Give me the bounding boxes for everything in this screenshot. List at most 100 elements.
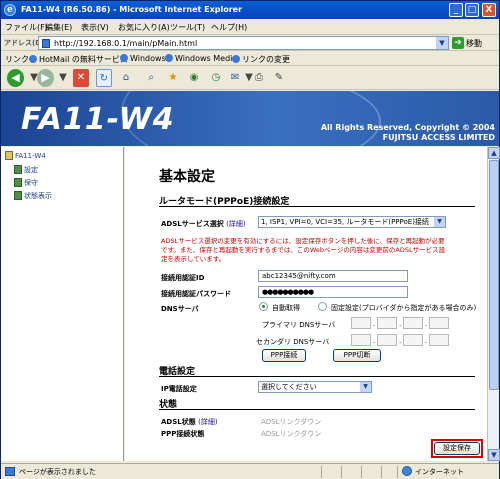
- dns-secondary-octet-4[interactable]: [429, 334, 449, 346]
- security-zone: インターネット: [402, 466, 464, 477]
- refresh-icon[interactable]: ↻: [96, 69, 112, 87]
- auth-id-input[interactable]: abc12345@nifty.com: [258, 270, 408, 282]
- dns-primary-octet-2[interactable]: [377, 317, 397, 329]
- content-pane: 基本設定 ルータモード(PPPoE)接続設定 ADSLサービス選択 (詳細) 1…: [125, 147, 487, 461]
- print-icon[interactable]: ⎙: [251, 69, 267, 87]
- home-icon[interactable]: ⌂: [118, 69, 134, 87]
- chevron-down-icon: ▼: [360, 382, 371, 392]
- scroll-up-icon[interactable]: ▲: [488, 147, 500, 159]
- adsl-status-detail-link[interactable]: (詳細): [198, 418, 217, 426]
- ie-logo-icon: e: [4, 4, 16, 16]
- dns-secondary-octet-2[interactable]: [377, 334, 397, 346]
- minimize-button[interactable]: _: [449, 3, 463, 17]
- tree-item-settings[interactable]: 設定: [14, 165, 38, 177]
- ppp-status-label: PPP接続状態: [161, 430, 205, 438]
- globe-icon: [402, 466, 412, 476]
- address-bar: アドレス(D) http://192.168.0.1/main/pMain.ht…: [1, 35, 499, 51]
- dns-secondary-label: セカンダリ DNSサーバ: [256, 338, 330, 346]
- menu-favorites[interactable]: お気に入り(A): [118, 22, 170, 33]
- ppp-connect-button[interactable]: PPP接続: [262, 349, 306, 362]
- ip-phone-label: IP電話設定: [161, 385, 197, 393]
- dns-primary-octet-4[interactable]: [429, 317, 449, 329]
- menu-edit[interactable]: 編集(E): [45, 22, 72, 33]
- page-title: 基本設定: [159, 169, 215, 185]
- status-bar: ページが表示されました インターネット: [1, 463, 499, 479]
- save-settings-button[interactable]: 設定保存: [434, 442, 480, 455]
- auth-password-input[interactable]: ●●●●●●●●●●: [258, 286, 408, 298]
- menu-tools[interactable]: ツール(T): [170, 22, 205, 33]
- tree-item-status[interactable]: 状態表示: [14, 191, 52, 203]
- dns-primary-label: プライマリ DNSサーバ: [262, 321, 336, 329]
- dns-fixed-radio[interactable]: [318, 302, 327, 311]
- maximize-button[interactable]: □: [465, 3, 479, 17]
- auth-password-label: 接続用認証パスワード: [161, 290, 231, 298]
- book-icon: [14, 191, 22, 200]
- link-icon: [120, 54, 128, 62]
- link-customize[interactable]: リンクの変更: [232, 54, 290, 65]
- edit-icon[interactable]: ✎: [271, 69, 287, 87]
- stop-icon[interactable]: ✕: [73, 69, 89, 87]
- favorites-icon[interactable]: ★: [165, 69, 181, 87]
- ip-phone-select[interactable]: 選択してください ▼: [258, 381, 372, 393]
- link-windows[interactable]: Windows: [120, 54, 166, 63]
- back-icon[interactable]: ◀: [7, 69, 24, 87]
- menu-bar: ファイル(F) 編集(E) 表示(V) お気に入り(A) ツール(T) ヘルプ(…: [1, 19, 499, 35]
- book-icon: [14, 165, 22, 174]
- product-logo: FA11-W4: [21, 102, 175, 137]
- forward-dropdown-icon[interactable]: ▼: [55, 69, 71, 87]
- dns-primary-octet-1[interactable]: [351, 317, 371, 329]
- menu-view[interactable]: 表示(V): [81, 22, 109, 33]
- address-url: http://192.168.0.1/main/pMain.html: [54, 39, 198, 48]
- media-icon[interactable]: ◉: [186, 69, 202, 87]
- adsl-service-label: ADSLサービス選択 (詳細): [161, 220, 246, 228]
- link-hotmail[interactable]: HotMail の無料サービス: [29, 54, 128, 65]
- window-title: FA11-W4 (R6.50.86) - Microsoft Internet …: [21, 5, 243, 14]
- adsl-service-select[interactable]: 1, ISP1, VPI=0, VCI=35, ルータモード(PPPoE)接続 ▼: [258, 216, 446, 228]
- dns-primary-octet-3[interactable]: [403, 317, 423, 329]
- scroll-thumb[interactable]: [489, 160, 499, 390]
- address-input[interactable]: http://192.168.0.1/main/pMain.html ▼: [38, 36, 449, 50]
- divider: [159, 376, 475, 377]
- dns-fixed-label: 固定設定(プロバイダから指定がある場合のみ): [331, 304, 477, 312]
- toolbar: ◀ ▼ ▶ ▼ ✕ ↻ ⌂ ⌕ ★ ◉ ◷ ✉ ▼ ⎙ ✎: [1, 66, 499, 90]
- search-icon[interactable]: ⌕: [143, 69, 159, 87]
- dns-label: DNSサーバ: [161, 305, 199, 313]
- page-icon: [42, 39, 50, 48]
- link-icon: [232, 55, 240, 63]
- status-text: ページが表示されました: [19, 468, 96, 476]
- folder-open-icon: [5, 151, 13, 160]
- history-icon[interactable]: ◷: [208, 69, 224, 87]
- navigation-tree: FA11-W4 設定 保守 状態表示: [1, 147, 124, 461]
- tree-root[interactable]: FA11-W4: [5, 151, 46, 163]
- links-bar: リンク HotMail の無料サービス Windows Windows Medi…: [1, 51, 499, 66]
- adsl-status-label: ADSL状態 (詳細): [161, 418, 218, 426]
- dns-secondary-octet-3[interactable]: [403, 334, 423, 346]
- book-icon: [14, 178, 22, 187]
- menu-file[interactable]: ファイル(F): [5, 22, 48, 33]
- forward-icon[interactable]: ▶: [37, 69, 54, 87]
- link-windows-media[interactable]: Windows Media: [165, 54, 237, 63]
- links-label: リンク: [5, 55, 29, 64]
- link-icon: [29, 55, 37, 63]
- menu-help[interactable]: ヘルプ(H): [211, 22, 247, 33]
- tree-item-maintenance[interactable]: 保守: [14, 178, 38, 190]
- scroll-down-icon[interactable]: ▼: [488, 449, 500, 461]
- dns-secondary-octet-1[interactable]: [351, 334, 371, 346]
- page-done-icon: [5, 467, 15, 476]
- title-bar: e FA11-W4 (R6.50.86) - Microsoft Interne…: [1, 1, 499, 19]
- go-button[interactable]: ➜ 移動: [452, 37, 482, 49]
- vertical-scrollbar[interactable]: ▲ ▼: [487, 147, 500, 461]
- banner: FA11-W4 All Rights Reserved, Copyright ©…: [1, 91, 499, 146]
- ppp-disconnect-button[interactable]: PPP切断: [333, 349, 381, 362]
- copyright-text: All Rights Reserved, Copyright © 2004: [320, 123, 495, 132]
- adsl-detail-link[interactable]: (詳細): [226, 220, 245, 228]
- address-dropdown-icon[interactable]: ▼: [436, 37, 448, 49]
- link-icon: [165, 54, 173, 62]
- divider: [159, 206, 475, 207]
- go-label: 移動: [466, 38, 482, 48]
- divider: [159, 409, 475, 410]
- dns-auto-radio[interactable]: [259, 302, 268, 311]
- auth-id-label: 接続用認証ID: [161, 274, 205, 282]
- close-button[interactable]: X: [482, 3, 496, 17]
- ppp-status-value: ADSLリンクダウン: [261, 430, 322, 438]
